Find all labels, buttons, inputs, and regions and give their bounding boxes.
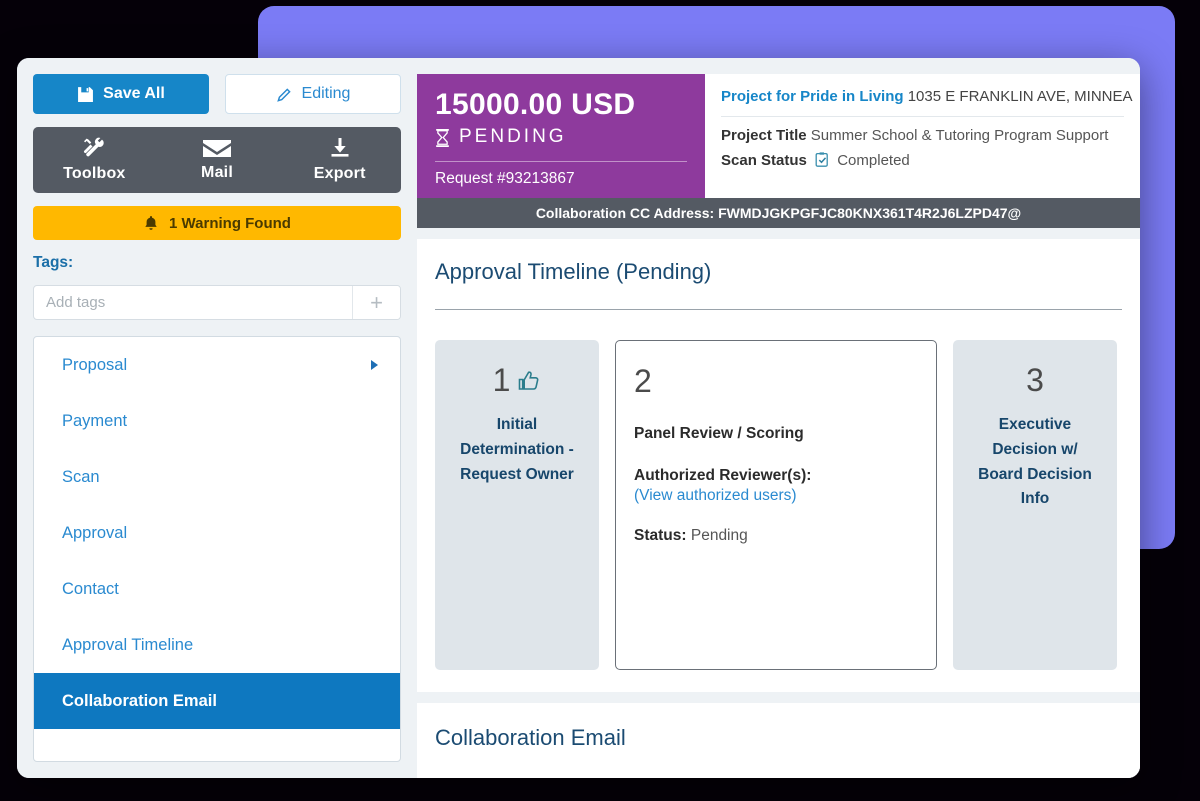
save-icon — [77, 86, 94, 103]
status-text: PENDING — [459, 126, 567, 147]
timeline-step-3[interactable]: 3 Executive Decision w/ Board Decision I… — [953, 340, 1117, 670]
project-title-value: Summer School & Tutoring Program Support — [810, 127, 1109, 144]
sidebar-item-contact[interactable]: Contact — [34, 561, 400, 617]
timeline-step-1[interactable]: 1 Initial Determination - Request Owner — [435, 340, 599, 670]
sidebar-nav: Proposal Payment Scan Approval Contact A… — [33, 336, 401, 762]
view-authorized-users-link[interactable]: (View authorized users) — [634, 487, 918, 505]
sidebar-item-label: Payment — [62, 411, 128, 430]
request-header: 15000.00 USD PENDING Request #93213867 P… — [417, 74, 1140, 228]
tags-input[interactable] — [34, 286, 352, 319]
envelope-icon — [202, 138, 232, 160]
mail-button[interactable]: Mail — [156, 138, 279, 182]
application-window: Save All Editing Toolbox Mail Export 1 W… — [17, 58, 1140, 778]
cc-value: FWMDJGKPGFJC80KNX361T4R2J6LZPD47@ — [718, 205, 1022, 221]
project-info-panel: Project for Pride in Living 1035 E FRANK… — [705, 74, 1140, 198]
collaboration-email-panel: Collaboration Email — [417, 703, 1140, 778]
step-number: 1 — [492, 362, 511, 398]
tags-label: Tags: — [33, 254, 74, 271]
scan-status-value: Completed — [837, 152, 910, 169]
main-content: 15000.00 USD PENDING Request #93213867 P… — [417, 58, 1140, 778]
sidebar-item-proposal[interactable]: Proposal — [34, 337, 400, 393]
save-all-button[interactable]: Save All — [33, 74, 209, 114]
editing-button[interactable]: Editing — [225, 74, 401, 114]
sidebar-item-label: Collaboration Email — [62, 691, 217, 710]
warning-label: 1 Warning Found — [169, 214, 291, 232]
amount-divider — [435, 161, 687, 162]
project-org-line: Project for Pride in Living 1035 E FRANK… — [721, 88, 1133, 105]
collaboration-cc-bar: Collaboration CC Address: FWMDJGKPGFJC80… — [417, 198, 1140, 228]
thumbs-up-icon — [517, 369, 541, 393]
sidebar-item-label: Proposal — [62, 355, 128, 374]
approval-timeline-panel: Approval Timeline (Pending) 1 Initial De… — [417, 239, 1140, 692]
toolbox-button[interactable]: Toolbox — [33, 137, 156, 183]
sidebar-item-approval[interactable]: Approval — [34, 505, 400, 561]
screenshot-stage: Save All Editing Toolbox Mail Export 1 W… — [0, 0, 1200, 801]
tools-icon — [81, 137, 107, 161]
amount-panel: 15000.00 USD PENDING Request #93213867 — [417, 74, 705, 198]
authorized-reviewers-label: Authorized Reviewer(s): — [634, 466, 812, 484]
sidebar-item-collaboration-email[interactable]: Collaboration Email — [34, 673, 400, 729]
hourglass-icon — [435, 128, 450, 147]
download-icon — [327, 137, 353, 161]
status-badge: PENDING — [435, 126, 687, 148]
scan-status-row: Scan Status Completed — [721, 151, 1124, 169]
timeline-steps: 1 Initial Determination - Request Owner — [435, 340, 1122, 670]
scan-status-label: Scan Status — [721, 152, 807, 169]
page-title: Approval Timeline (Pending) — [435, 259, 712, 284]
cc-label: Collaboration CC Address: — [535, 205, 715, 221]
sidebar-item-approval-timeline[interactable]: Approval Timeline — [34, 617, 400, 673]
timeline-step-2[interactable]: 2 Panel Review / Scoring Authorized Revi… — [615, 340, 937, 670]
request-number: Request #93213867 — [435, 170, 575, 187]
request-header-top: 15000.00 USD PENDING Request #93213867 P… — [417, 74, 1140, 198]
collaboration-email-title: Collaboration Email — [435, 725, 626, 750]
pencil-icon — [276, 86, 293, 103]
export-button[interactable]: Export — [278, 137, 401, 183]
step-status: Status: Pending — [634, 527, 918, 545]
step-number: 3 — [1026, 362, 1044, 398]
chevron-right-icon — [371, 360, 378, 370]
step-status-label: Status: — [634, 526, 687, 544]
sidebar-item-label: Scan — [62, 467, 100, 486]
step-number: 2 — [634, 363, 652, 399]
project-divider — [721, 116, 1124, 117]
step-number-group: 1 — [453, 362, 581, 399]
step-name: Panel Review / Scoring — [634, 425, 804, 442]
export-label: Export — [313, 165, 366, 182]
step-number-group: 3 — [971, 362, 1099, 399]
sidebar-action-buttons: Save All Editing — [33, 74, 401, 114]
sidebar-item-label: Approval Timeline — [62, 635, 194, 654]
sidebar-item-payment[interactable]: Payment — [34, 393, 400, 449]
amount-value: 15000.00 USD — [435, 88, 636, 121]
project-address: 1035 E FRANKLIN AVE, MINNEA — [907, 88, 1133, 105]
editing-label: Editing — [301, 85, 351, 102]
bell-icon — [143, 215, 159, 232]
step-status-value: Pending — [690, 526, 748, 544]
step-number-group: 2 — [634, 363, 918, 400]
sidebar: Save All Editing Toolbox Mail Export 1 W… — [17, 58, 417, 778]
sidebar-item-scan[interactable]: Scan — [34, 449, 400, 505]
save-all-label: Save All — [103, 85, 165, 102]
project-title-row: Project Title Summer School & Tutoring P… — [721, 127, 1124, 144]
project-org-link[interactable]: Project for Pride in Living — [721, 88, 904, 105]
step-name: Executive Decision w/ Board Decision Inf… — [978, 416, 1092, 508]
tags-input-group: + — [33, 285, 401, 320]
step-name: Initial Determination - Request Owner — [460, 416, 574, 483]
toolbox-label: Toolbox — [63, 165, 126, 182]
sidebar-item-label: Approval — [62, 523, 128, 542]
title-divider — [435, 309, 1122, 310]
sidebar-item-label: Contact — [62, 579, 119, 598]
warning-banner[interactable]: 1 Warning Found — [33, 206, 401, 240]
project-title-label: Project Title — [721, 127, 807, 144]
tool-strip: Toolbox Mail Export — [33, 127, 401, 193]
clipboard-check-icon — [814, 151, 830, 168]
mail-label: Mail — [201, 164, 233, 181]
add-tag-button[interactable]: + — [352, 286, 400, 319]
